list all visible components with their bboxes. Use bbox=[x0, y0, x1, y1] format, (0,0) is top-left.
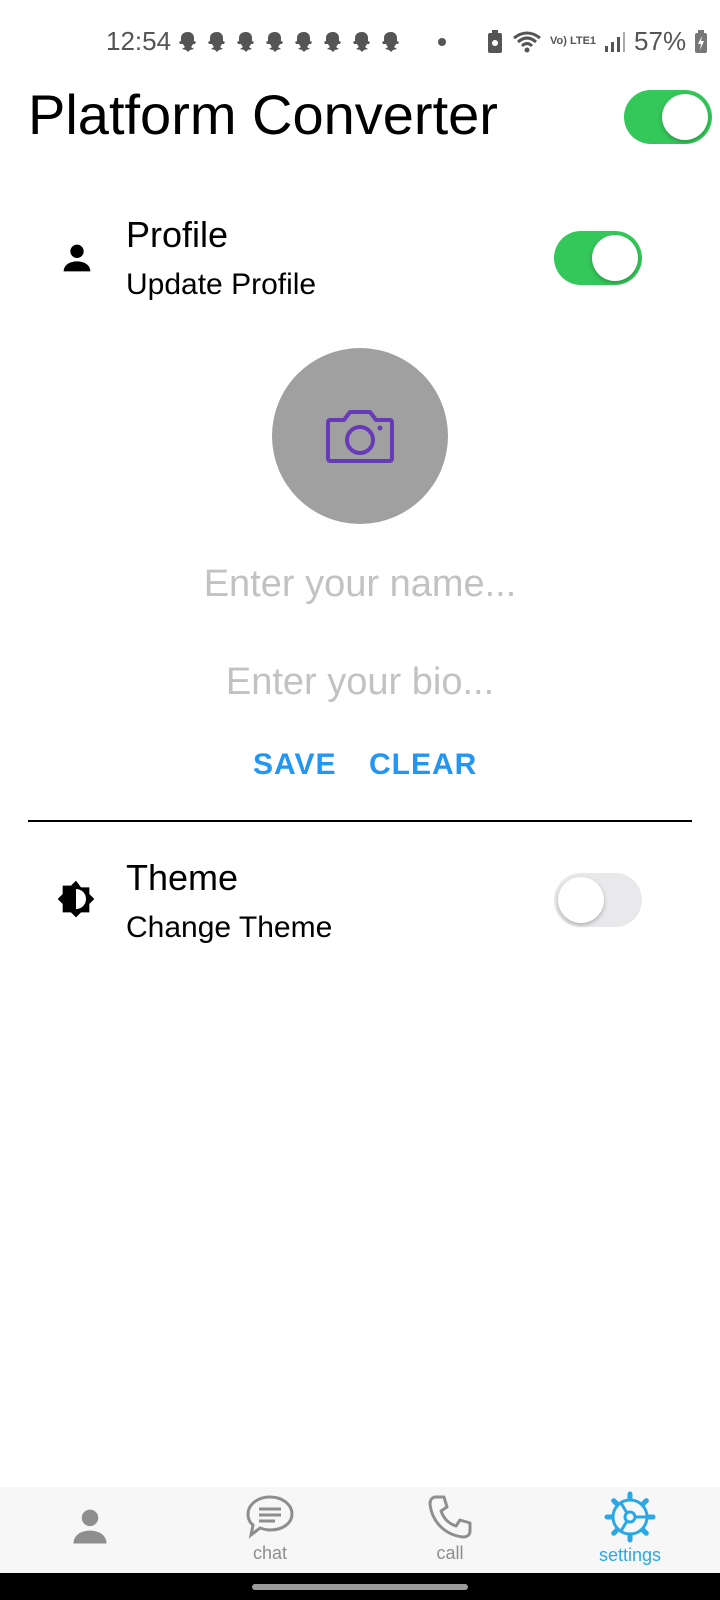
snapchat-notification-icon bbox=[266, 32, 283, 52]
phone-icon bbox=[428, 1495, 472, 1539]
camera-icon bbox=[326, 410, 394, 463]
snapchat-notification-icon bbox=[324, 32, 341, 52]
profile-subtitle: Update Profile bbox=[126, 268, 317, 301]
theme-title: Theme bbox=[126, 857, 239, 898]
settings-icon bbox=[604, 1491, 656, 1543]
person-icon bbox=[73, 1509, 107, 1544]
home-indicator[interactable] bbox=[252, 1584, 468, 1590]
status-time: 12:54 bbox=[106, 26, 172, 56]
chat-icon bbox=[246, 1495, 294, 1539]
bio-input[interactable] bbox=[160, 652, 560, 712]
avatar-picker[interactable] bbox=[272, 348, 448, 524]
volte-label: Vo) LTE1 bbox=[550, 35, 597, 47]
theme-toggle[interactable] bbox=[554, 873, 642, 927]
nav-label: settings bbox=[598, 1545, 662, 1565]
status-right: Vo) LTE1 57% bbox=[486, 26, 708, 57]
snapchat-notification-icon bbox=[208, 32, 225, 52]
nav-item-profile[interactable] bbox=[30, 1487, 150, 1573]
profile-toggle[interactable] bbox=[554, 231, 642, 285]
nav-item-chat[interactable]: chat bbox=[210, 1487, 330, 1573]
wifi-icon bbox=[513, 31, 541, 52]
toggle-knob bbox=[662, 94, 708, 140]
nav-item-call[interactable]: call bbox=[390, 1487, 510, 1573]
brightness-icon bbox=[56, 879, 96, 924]
profile-title: Profile bbox=[126, 214, 229, 255]
section-divider bbox=[28, 820, 692, 822]
snapchat-notification-icon bbox=[237, 32, 254, 52]
signal-icon bbox=[605, 31, 626, 52]
theme-subtitle: Change Theme bbox=[126, 911, 333, 944]
nav-label: chat bbox=[252, 1543, 288, 1563]
snapchat-notification-icon bbox=[179, 32, 196, 52]
person-icon bbox=[57, 238, 97, 283]
name-input[interactable] bbox=[160, 554, 560, 614]
nav-item-settings[interactable]: settings bbox=[570, 1487, 690, 1573]
nav-label: call bbox=[436, 1543, 464, 1563]
snapchat-notification-icon bbox=[295, 32, 312, 52]
more-notifications-dot bbox=[438, 38, 446, 46]
status-bar: 12:54 Vo) LTE1 57% bbox=[0, 0, 720, 80]
battery-percentage: 57% bbox=[634, 26, 687, 56]
snapchat-notification-icon bbox=[353, 32, 370, 52]
page-title: Platform Converter bbox=[28, 83, 498, 146]
battery-saver-icon bbox=[488, 29, 502, 53]
platform-toggle[interactable] bbox=[624, 90, 712, 144]
bottom-navigation: chat call settings bbox=[0, 1487, 720, 1573]
snapchat-notification-icon bbox=[382, 32, 399, 52]
toggle-knob bbox=[592, 235, 638, 281]
notification-icons bbox=[176, 30, 403, 54]
toggle-knob bbox=[558, 877, 604, 923]
save-button[interactable]: SAVE bbox=[253, 748, 336, 782]
clear-button[interactable]: CLEAR bbox=[369, 748, 477, 782]
battery-icon bbox=[695, 29, 708, 53]
